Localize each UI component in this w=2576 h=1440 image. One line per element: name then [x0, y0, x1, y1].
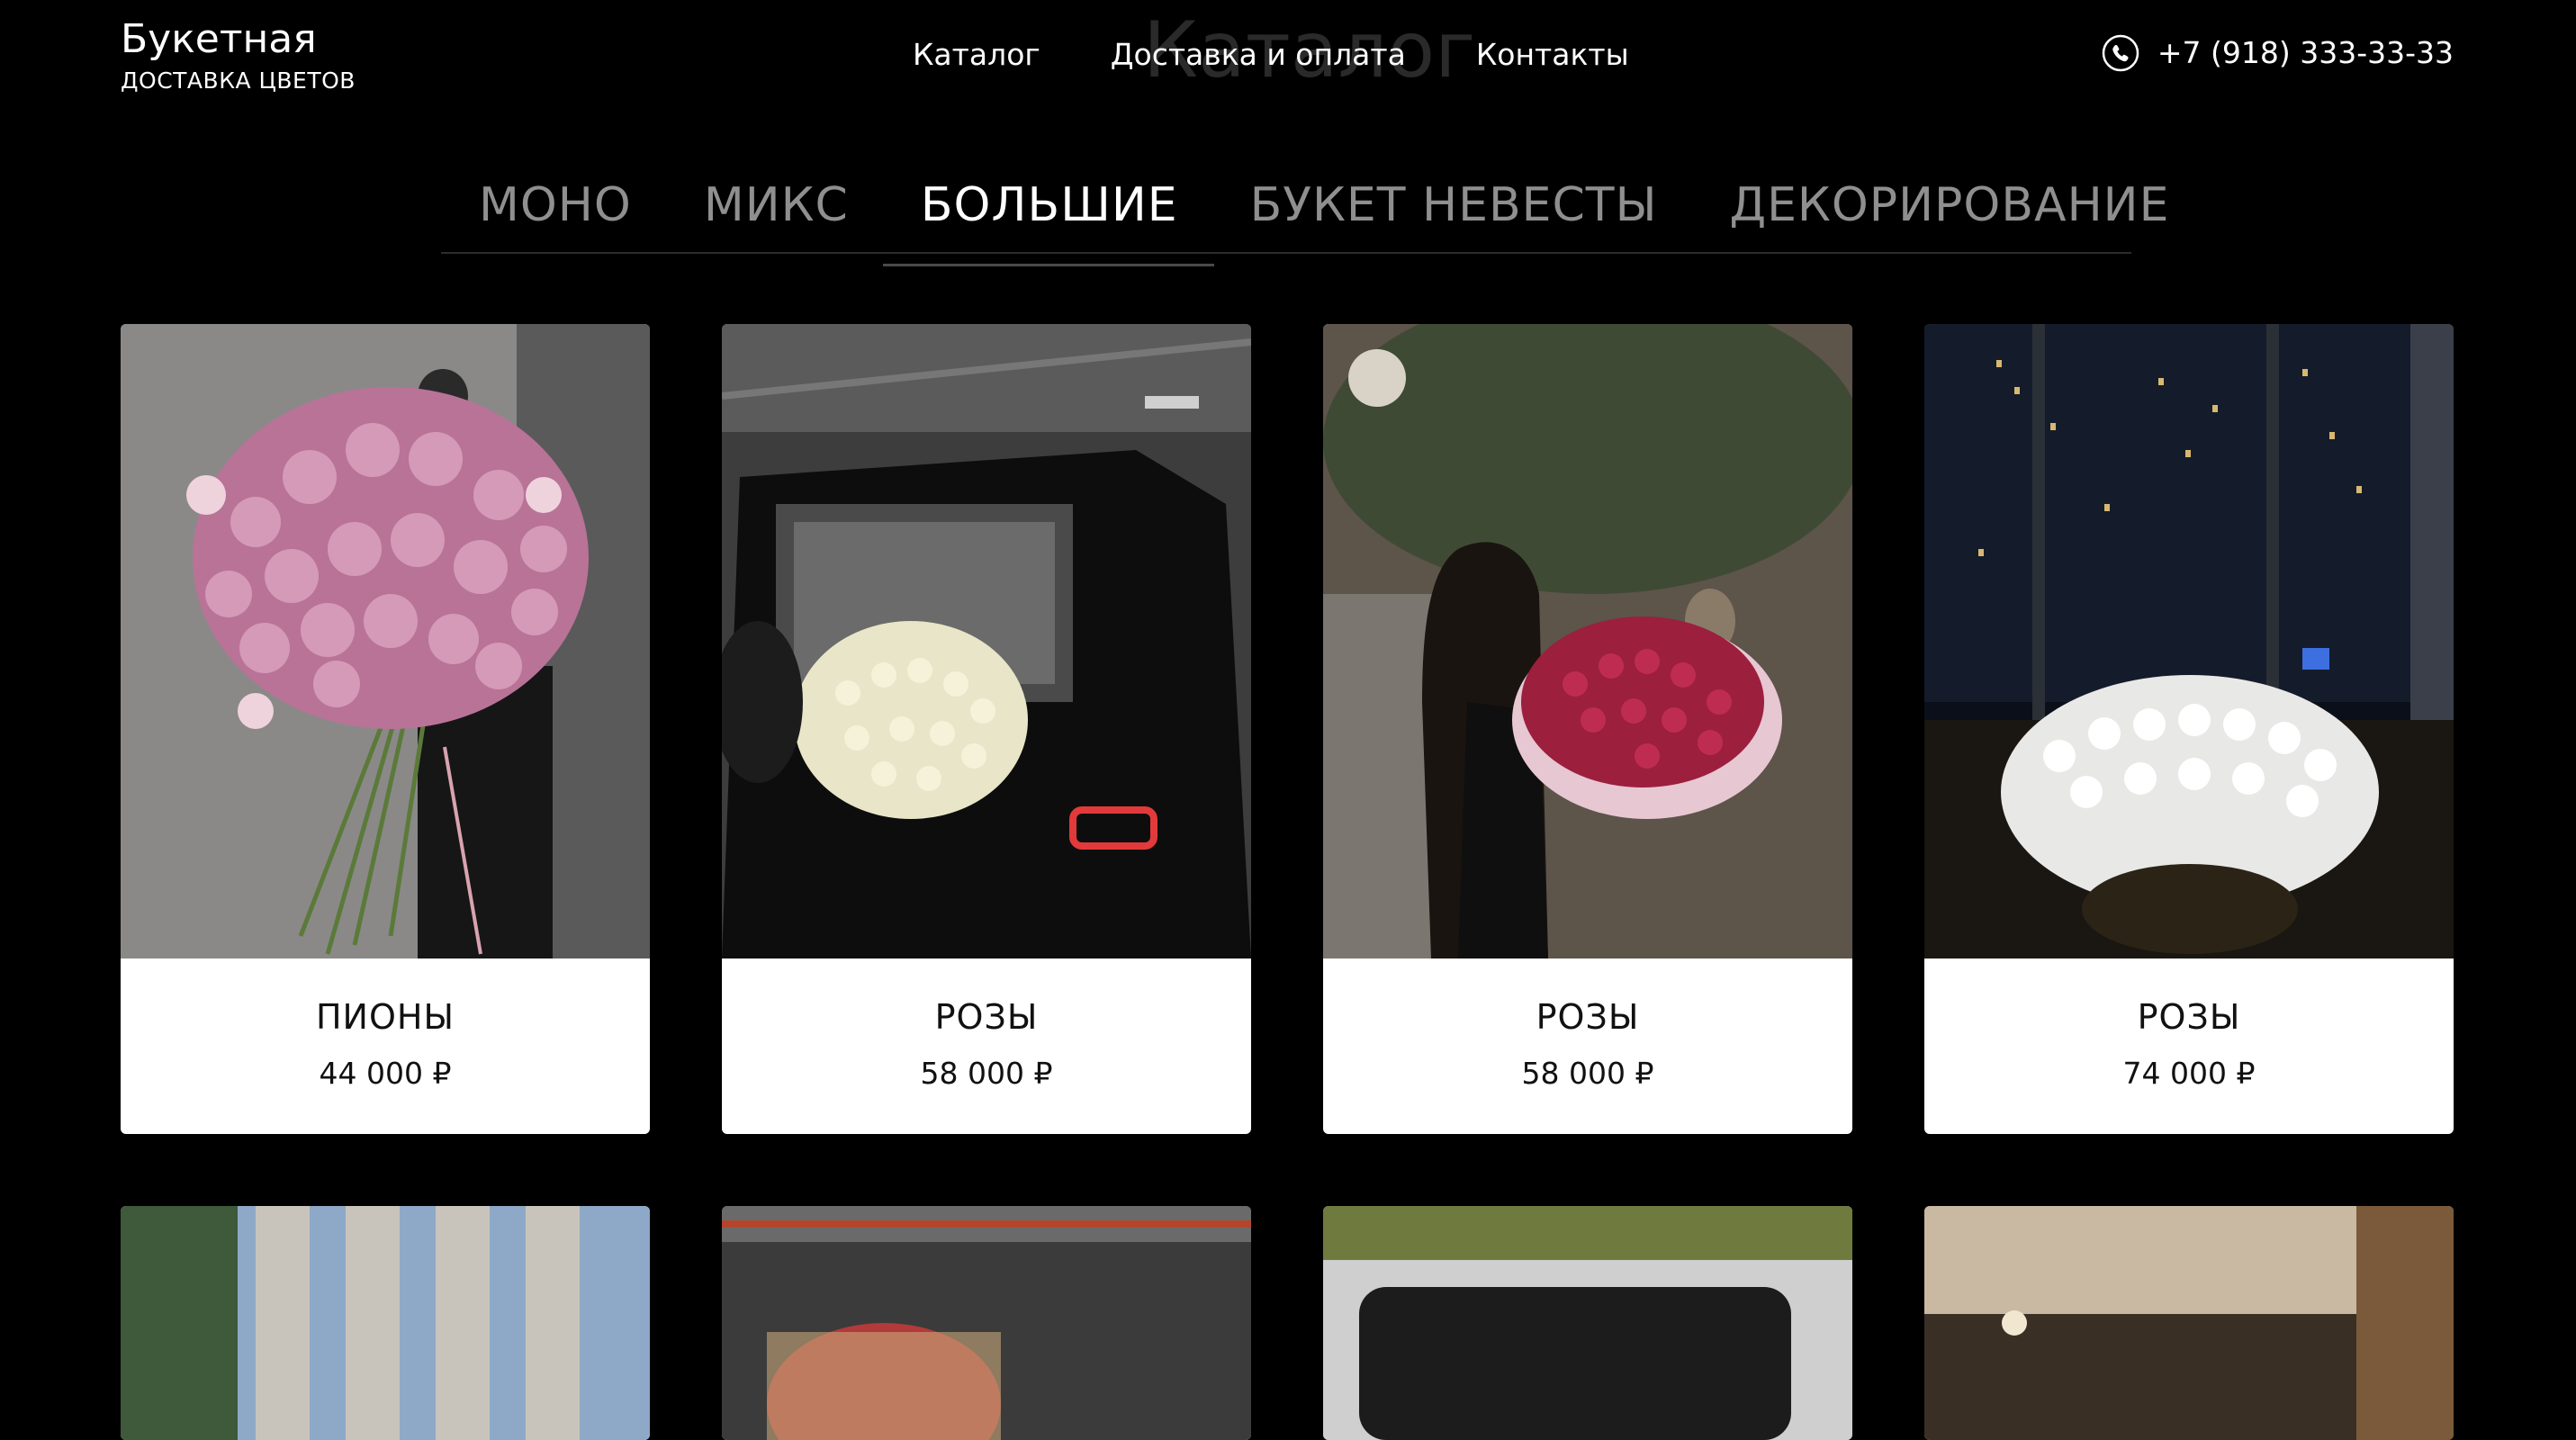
product-price: 44 000 ₽: [319, 1056, 452, 1091]
product-photo-roses-car: [722, 324, 1251, 958]
product-price: 74 000 ₽: [2122, 1056, 2256, 1091]
product-photo: [722, 1206, 1251, 1440]
tab-mono[interactable]: МОНО: [479, 173, 632, 254]
logo[interactable]: Букетная ДОСТАВКА ЦВЕТОВ: [121, 16, 356, 95]
product-photo-roses-woman: [1323, 324, 1852, 958]
product-photo: [1924, 1206, 2454, 1440]
tab-large[interactable]: БОЛЬШИЕ: [882, 173, 1214, 266]
product-name: РОЗЫ: [2137, 997, 2241, 1037]
product-card[interactable]: [722, 1206, 1251, 1440]
product-card[interactable]: [1924, 1206, 2454, 1440]
category-tabs: МОНО МИКС БОЛЬШИЕ БУКЕТ НЕВЕСТЫ ДЕКОРИРО…: [441, 162, 2168, 266]
product-card[interactable]: [121, 1206, 650, 1440]
product-photo: [1323, 1206, 1852, 1440]
phone-link[interactable]: +7 (918) 333-33-33: [2102, 32, 2454, 74]
product-name: ПИОНЫ: [315, 997, 455, 1037]
tab-mix[interactable]: МИКС: [704, 173, 849, 254]
product-card[interactable]: [1323, 1206, 1852, 1440]
product-price: 58 000 ₽: [1521, 1056, 1654, 1091]
product-card[interactable]: РОЗЫ 58 000 ₽: [722, 324, 1251, 1134]
product-card[interactable]: РОЗЫ 74 000 ₽: [1924, 324, 2454, 1134]
product-card[interactable]: ПИОНЫ 44 000 ₽: [121, 324, 650, 1134]
product-name: РОЗЫ: [934, 997, 1039, 1037]
tab-decoration[interactable]: ДЕКОРИРОВАНИЕ: [1729, 173, 2169, 254]
product-name: РОЗЫ: [1536, 997, 1640, 1037]
product-card[interactable]: РОЗЫ 58 000 ₽: [1323, 324, 1852, 1134]
phone-number: +7 (918) 333-33-33: [2157, 35, 2454, 70]
phone-icon: [2102, 34, 2139, 72]
brand-title: Букетная: [121, 16, 317, 62]
product-price: 58 000 ₽: [920, 1056, 1053, 1091]
nav-link-catalog[interactable]: Каталог: [913, 34, 1040, 76]
product-photo-peonies: [121, 324, 650, 958]
nav-link-delivery[interactable]: Доставка и оплата: [1111, 34, 1406, 76]
product-photo-roses-city: [1924, 324, 2454, 958]
tab-bridal-bouquet[interactable]: БУКЕТ НЕВЕСТЫ: [1250, 173, 1658, 254]
product-photo: [121, 1206, 650, 1440]
main-nav: Каталог Доставка и оплата Контакты: [913, 34, 1629, 76]
brand-subtitle: ДОСТАВКА ЦВЕТОВ: [121, 68, 356, 94]
nav-link-contacts[interactable]: Контакты: [1476, 34, 1629, 76]
site-header: Букетная ДОСТАВКА ЦВЕТОВ Каталог Каталог…: [0, 0, 2576, 135]
